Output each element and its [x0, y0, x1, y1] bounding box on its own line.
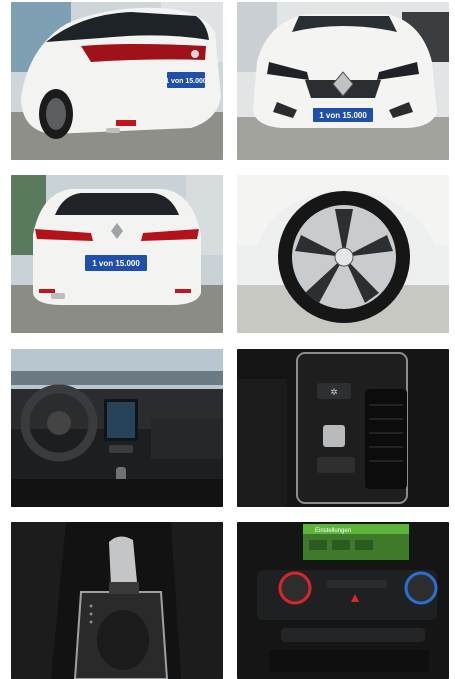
plate-label: 1 von 15.000 [92, 259, 140, 268]
rear-image: 1 von 15.000 [11, 175, 223, 333]
photo-center-console[interactable]: ✲ [237, 349, 449, 507]
photo-wheel[interactable] [237, 175, 449, 333]
center-console-image: ✲ [237, 349, 449, 507]
rear-three-quarter-image: 1 von 15.000 [11, 2, 223, 160]
photo-front[interactable]: 1 von 15.000 [237, 2, 449, 160]
plate-label: 1 von 15.000 [165, 78, 207, 85]
front-image: 1 von 15.000 [237, 2, 449, 160]
plate-label: 1 von 15.000 [319, 111, 367, 120]
photo-dashboard[interactable] [11, 349, 223, 507]
photo-infotainment[interactable]: Einstellungen [237, 522, 449, 679]
photo-rear[interactable]: 1 von 15.000 [11, 175, 223, 333]
wheel-image [237, 175, 449, 333]
infotainment-image: Einstellungen [237, 522, 449, 679]
gear-selector-image [11, 522, 223, 679]
icon-glyph: ✲ [330, 387, 338, 397]
screen-title: Einstellungen [315, 528, 351, 534]
dashboard-image [11, 349, 223, 507]
photo-rear-three-quarter[interactable]: 1 von 15.000 [11, 2, 223, 160]
photo-gear-selector[interactable] [11, 522, 223, 679]
